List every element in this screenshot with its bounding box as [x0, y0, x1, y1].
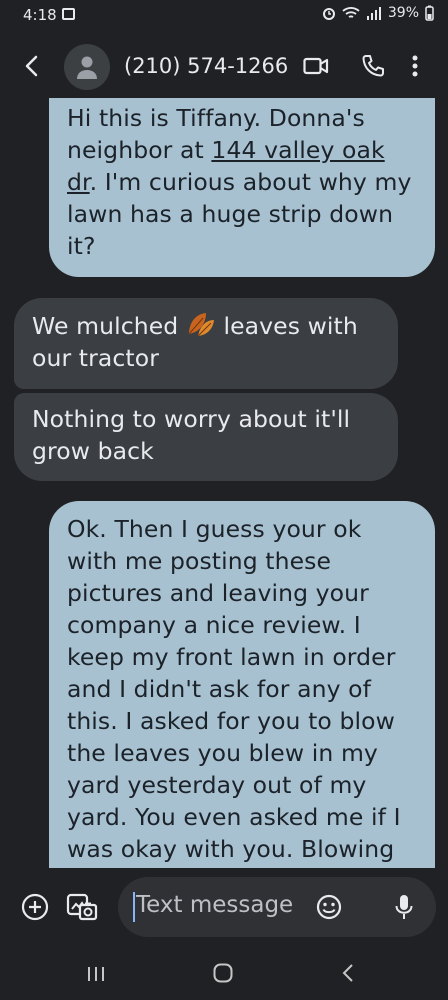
status-bar: 4:18 39%: [0, 0, 448, 30]
message-text: Ok. Then I guess your ok with me posting…: [67, 515, 401, 863]
alarm-icon: [322, 8, 335, 20]
home-icon[interactable]: [212, 962, 234, 984]
person-icon: [77, 56, 97, 79]
message-thread[interactable]: Hi this is Tiffany. Donna's neighbor at …: [0, 98, 448, 868]
wifi-icon: [342, 7, 360, 18]
outgoing-message[interactable]: Hi this is Tiffany. Donna's neighbor at …: [49, 98, 435, 277]
add-attachment-icon[interactable]: [21, 893, 49, 921]
status-time: 4:18: [23, 6, 57, 24]
message-input-placeholder: Text message: [136, 892, 294, 918]
phone-call-icon[interactable]: [360, 53, 386, 79]
incoming-message[interactable]: Nothing to worry about it'll grow back: [14, 393, 398, 481]
message-text: . I'm curious about why my lawn has a hu…: [67, 168, 412, 260]
signal-icon: [366, 7, 381, 20]
image-notification-icon: [62, 8, 75, 20]
back-arrow-icon[interactable]: [18, 52, 46, 80]
fallen-leaf-emoji-icon: [188, 313, 214, 337]
status-icons: 39%: [322, 5, 434, 21]
microphone-icon[interactable]: [394, 893, 414, 921]
outgoing-message[interactable]: Ok. Then I guess your ok with me posting…: [49, 501, 435, 868]
incoming-message[interactable]: We mulched leaves with our tractor: [14, 298, 398, 389]
gallery-icon[interactable]: [66, 890, 98, 922]
more-options-icon[interactable]: [412, 54, 418, 78]
conversation-header: (210) 574-1266: [0, 36, 448, 98]
emoji-icon[interactable]: [315, 893, 343, 921]
message-text: We mulched: [32, 312, 186, 340]
video-call-icon[interactable]: [303, 55, 329, 77]
system-back-icon[interactable]: [340, 962, 356, 984]
contact-avatar[interactable]: [64, 44, 110, 90]
message-input[interactable]: Text message: [118, 877, 436, 937]
message-text: Nothing to worry about it'll grow back: [32, 405, 351, 465]
compose-bar: Text message: [0, 868, 448, 948]
battery-percent: 39%: [387, 5, 419, 21]
text-cursor: [133, 892, 135, 922]
system-nav-bar: [0, 948, 448, 1000]
battery-icon: [425, 5, 434, 21]
recent-apps-icon[interactable]: [86, 964, 106, 984]
contact-name[interactable]: (210) 574-1266: [124, 54, 288, 78]
